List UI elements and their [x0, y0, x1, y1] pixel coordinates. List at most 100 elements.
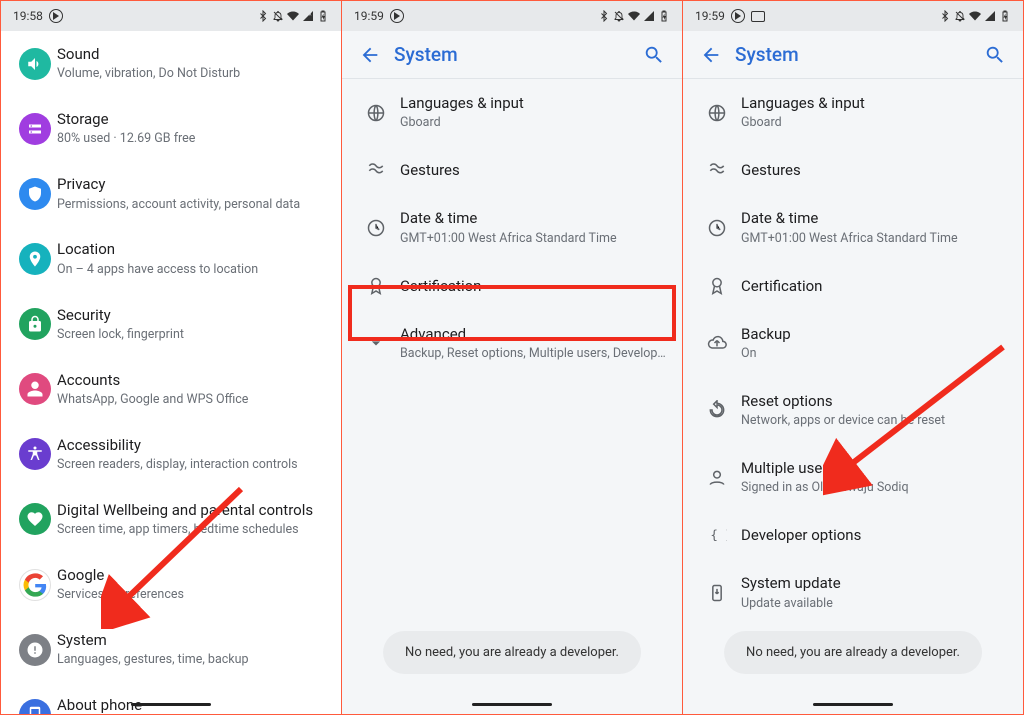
play-icon: [390, 9, 404, 23]
system-row-badge[interactable]: Certification: [683, 262, 1023, 310]
row-subtitle: Screen time, app timers, bedtime schedul…: [57, 522, 329, 539]
badge-icon: [693, 276, 741, 296]
row-title: Accounts: [57, 370, 329, 390]
settings-row-about[interactable]: About phoneNokia 6.1 Plus: [1, 682, 341, 714]
settings-row-location[interactable]: LocationOn – 4 apps have access to locat…: [1, 226, 341, 291]
system-row-gestures[interactable]: Gestures: [342, 146, 682, 194]
nav-handle[interactable]: [472, 703, 552, 706]
status-time: 19:59: [695, 9, 725, 23]
settings-row-system[interactable]: SystemLanguages, gestures, time, backup: [1, 617, 341, 682]
privacy-icon: [19, 178, 51, 210]
row-subtitle: 80% used · 12.69 GB free: [57, 131, 329, 148]
row-subtitle: Network, apps or device can be reset: [741, 413, 1007, 430]
row-title: Gestures: [400, 160, 666, 180]
nav-handle[interactable]: [813, 703, 893, 706]
globe-icon: [352, 103, 400, 123]
system-row-dev[interactable]: { }Developer options: [683, 511, 1023, 559]
location-icon: [19, 243, 51, 275]
system-row-backup[interactable]: BackupOn: [683, 310, 1023, 377]
storage-icon: [19, 113, 51, 145]
clock-icon: [352, 218, 400, 238]
back-button[interactable]: [691, 44, 731, 66]
bluetooth-icon: [939, 10, 951, 22]
search-button[interactable]: [634, 44, 674, 66]
signal-icon: [984, 10, 996, 22]
row-subtitle: Gboard: [741, 115, 1007, 132]
gestures-icon: [693, 160, 741, 180]
system-row-clock[interactable]: Date & time GMT+01:00 West Africa Standar…: [342, 194, 682, 261]
reset-icon: [693, 400, 741, 420]
clock-icon: [693, 218, 741, 238]
security-icon: [19, 308, 51, 340]
wifi-icon: [287, 10, 299, 22]
status-time: 19:58: [13, 9, 43, 23]
toast: No need, you are already a developer.: [383, 631, 641, 674]
play-icon: [49, 9, 63, 23]
bluetooth-icon: [598, 10, 610, 22]
battery-icon: [658, 10, 670, 22]
row-subtitle: Signed in as Olanrewaju Sodiq: [741, 480, 1007, 497]
row-subtitle: GMT+01:00 West Africa Standard Time: [400, 231, 666, 248]
row-title: Gestures: [741, 160, 1007, 180]
wellbeing-icon: [19, 503, 51, 535]
toast: No need, you are already a developer.: [724, 631, 982, 674]
system-row-users[interactable]: Multiple usersSigned in as Olanrewaju So…: [683, 444, 1023, 511]
settings-row-accessibility[interactable]: Accessibility Screen readers, display, in…: [1, 422, 341, 487]
nav-handle[interactable]: [131, 703, 211, 706]
arrow-back-icon: [700, 44, 722, 66]
settings-row-google[interactable]: Google Services & preferences: [1, 552, 341, 617]
accounts-icon: [19, 373, 51, 405]
page-title: System: [394, 43, 634, 66]
backup-icon: [693, 333, 741, 353]
system-row-reset[interactable]: Reset optionsNetwork, apps or device can…: [683, 377, 1023, 444]
system-row-expand[interactable]: AdvancedBackup, Reset options, Multiple …: [342, 310, 682, 377]
settings-row-privacy[interactable]: PrivacyPermissions, account activity, pe…: [1, 161, 341, 226]
row-subtitle: Screen lock, fingerprint: [57, 327, 329, 344]
status-icons: [598, 10, 670, 22]
settings-row-storage[interactable]: Storage80% used · 12.69 GB free: [1, 96, 341, 161]
system-row-globe[interactable]: Languages & inputGboard: [342, 79, 682, 146]
system-list: Languages & inputGboard Gestures Date & ti…: [342, 79, 682, 377]
settings-row-security[interactable]: Security Screen lock, fingerprint: [1, 292, 341, 357]
row-subtitle: Services & preferences: [57, 587, 329, 604]
row-title: Accessibility: [57, 435, 329, 455]
row-title: Digital Wellbeing and parental controls: [57, 500, 329, 520]
row-title: Google: [57, 565, 329, 585]
settings-row-sound[interactable]: Sound Volume, vibration, Do Not Disturb: [1, 31, 341, 96]
row-title: Date & time: [741, 208, 1007, 228]
row-title: Security: [57, 305, 329, 325]
image-icon: [751, 11, 765, 22]
about-icon: [19, 699, 51, 714]
row-title: Sound: [57, 44, 329, 64]
system-row-update[interactable]: System updateUpdate available: [683, 559, 1023, 626]
header: System: [683, 31, 1023, 79]
update-icon: [693, 583, 741, 603]
row-subtitle: Screen readers, display, interaction con…: [57, 457, 329, 474]
system-row-clock[interactable]: Date & timeGMT+01:00 West Africa Standar…: [683, 194, 1023, 261]
back-button[interactable]: [350, 44, 390, 66]
dnd-icon: [272, 10, 284, 22]
status-bar: 19:59: [342, 1, 682, 31]
search-icon: [984, 44, 1006, 66]
settings-row-accounts[interactable]: AccountsWhatsApp, Google and WPS Office: [1, 357, 341, 422]
system-row-gestures[interactable]: Gestures: [683, 146, 1023, 194]
row-subtitle: Update available: [741, 596, 1007, 613]
settings-list: Sound Volume, vibration, Do Not Disturb St…: [1, 31, 341, 714]
row-subtitle: Volume, vibration, Do Not Disturb: [57, 66, 329, 83]
dev-icon: { }: [693, 525, 741, 545]
row-title: Date & time: [400, 208, 666, 228]
row-subtitle: On – 4 apps have access to location: [57, 262, 329, 279]
battery-icon: [999, 10, 1011, 22]
users-icon: [693, 468, 741, 488]
row-title: Backup: [741, 324, 1007, 344]
row-title: Developer options: [741, 525, 1007, 545]
row-subtitle: Gboard: [400, 115, 666, 132]
system-row-globe[interactable]: Languages & inputGboard: [683, 79, 1023, 146]
accessibility-icon: [19, 438, 51, 470]
search-button[interactable]: [975, 44, 1015, 66]
row-title: Certification: [400, 276, 666, 296]
expand-icon: [352, 333, 400, 353]
settings-row-wellbeing[interactable]: Digital Wellbeing and parental controls S…: [1, 487, 341, 552]
row-title: System: [57, 630, 329, 650]
system-row-badge[interactable]: Certification: [342, 262, 682, 310]
